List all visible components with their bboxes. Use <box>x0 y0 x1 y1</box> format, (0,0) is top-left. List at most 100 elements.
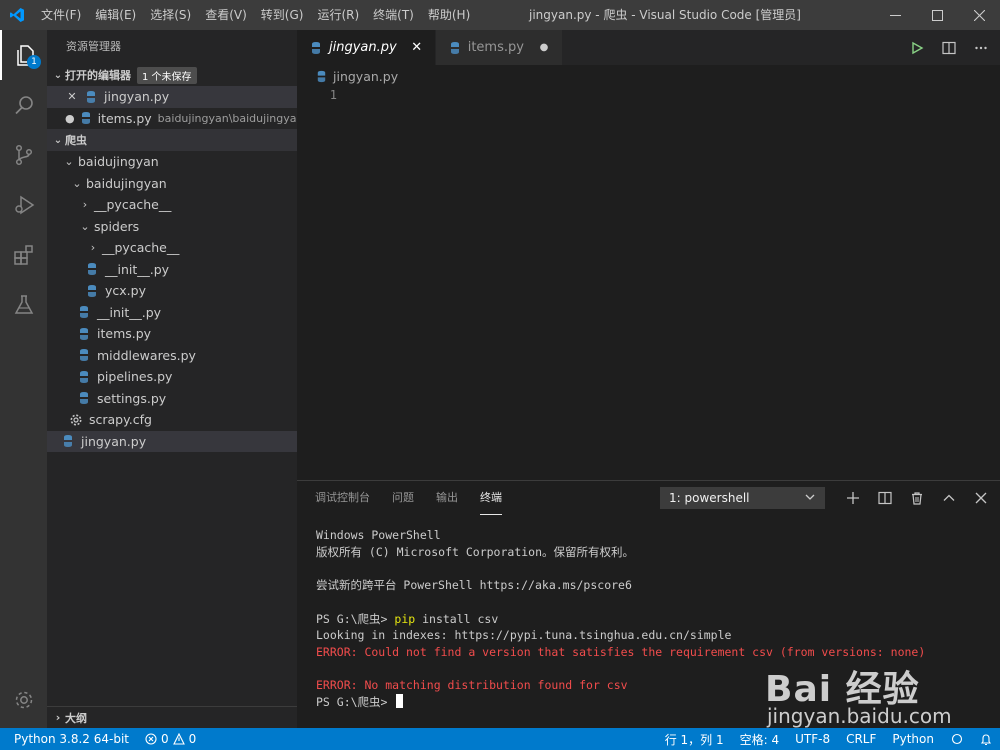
tab-output[interactable]: 输出 <box>436 481 458 515</box>
tree-folder[interactable]: ⌄ baidujingyan <box>47 151 297 173</box>
tree-folder[interactable]: ⌄ baidujingyan <box>47 173 297 195</box>
tab-terminal[interactable]: 终端 <box>480 481 502 515</box>
encoding[interactable]: UTF-8 <box>787 732 838 746</box>
close-icon <box>973 9 985 21</box>
maximize-panel-button[interactable] <box>940 489 958 507</box>
tree-item-label: pipelines.py <box>97 369 173 385</box>
tab-jingyan[interactable]: jingyan.py ✕ <box>297 30 436 65</box>
tree-item-label: __init__.py <box>97 304 162 320</box>
activity-run-debug[interactable] <box>0 180 47 230</box>
tree-file[interactable]: scrapy.cfg <box>47 409 297 431</box>
terminal-command: pip <box>394 611 416 626</box>
close-icon[interactable]: ✕ <box>65 90 79 103</box>
language-mode[interactable]: Python <box>884 732 942 746</box>
play-icon <box>912 41 924 54</box>
run-python-button[interactable] <box>908 39 926 57</box>
minimize-icon <box>889 14 901 16</box>
unsaved-dot-icon[interactable]: ● <box>536 42 552 53</box>
more-icon <box>975 46 987 49</box>
folder-header[interactable]: ⌄ 爬虫 <box>47 129 297 151</box>
tab-items[interactable]: items.py ● <box>435 30 563 65</box>
title-bar: 文件(F) 编辑(E) 选择(S) 查看(V) 转到(G) 运行(R) 终端(T… <box>0 0 1000 30</box>
close-icon[interactable]: ✕ <box>409 40 425 55</box>
activity-explorer[interactable]: 1 <box>0 30 47 80</box>
tree-folder[interactable]: › __pycache__ <box>47 237 297 259</box>
chevron-down-icon: ⌄ <box>53 134 63 146</box>
tab-problems[interactable]: 问题 <box>392 481 414 515</box>
warning-icon <box>172 733 185 745</box>
python-file-icon <box>84 283 100 299</box>
unsaved-dot-icon: ● <box>65 111 75 125</box>
vscode-logo-icon <box>0 0 34 30</box>
activity-extensions[interactable] <box>0 230 47 280</box>
notifications-button[interactable] <box>972 733 1000 746</box>
open-editors-label: 打开的编辑器 <box>65 69 131 82</box>
chevron-down-icon: ⌄ <box>72 176 82 190</box>
close-window-button[interactable] <box>958 0 1000 30</box>
activity-testing[interactable] <box>0 280 47 330</box>
activity-bar: 1 <box>0 30 47 728</box>
python-interpreter[interactable]: Python 3.8.2 64-bit <box>0 732 137 746</box>
tab-label: items.py <box>467 40 524 55</box>
menu-selection[interactable]: 选择(S) <box>143 0 198 30</box>
open-editor-item[interactable]: ✕ jingyan.py <box>47 86 297 108</box>
tree-folder[interactable]: ⌄ spiders <box>47 216 297 238</box>
open-editor-item[interactable]: ● items.py baidujingyan\baidujingyan <box>47 108 297 130</box>
code-editor[interactable]: 1 <box>297 87 1000 480</box>
kill-terminal-button[interactable] <box>908 489 926 507</box>
chevron-down-icon <box>804 491 816 506</box>
editor-tabs: jingyan.py ✕ items.py ● <box>297 30 1000 65</box>
cursor-position[interactable]: 行 1，列 1 <box>657 731 732 748</box>
minimize-button[interactable] <box>874 0 916 30</box>
tree-file[interactable]: __init__.py <box>47 302 297 324</box>
flask-icon <box>14 295 33 314</box>
split-terminal-button[interactable] <box>876 489 894 507</box>
tree-item-label: ycx.py <box>105 283 146 299</box>
tree-file[interactable]: settings.py <box>47 388 297 410</box>
activity-search[interactable] <box>0 80 47 130</box>
menu-go[interactable]: 转到(G) <box>254 0 311 30</box>
tree-file[interactable]: pipelines.py <box>47 366 297 388</box>
python-file-icon <box>76 369 92 385</box>
maximize-button[interactable] <box>916 0 958 30</box>
plus-icon <box>847 492 859 504</box>
menu-file[interactable]: 文件(F) <box>34 0 88 30</box>
terminal-select[interactable]: 1: powershell <box>660 487 825 509</box>
menu-edit[interactable]: 编辑(E) <box>88 0 143 30</box>
outline-header[interactable]: › 大纲 <box>47 706 297 728</box>
tree-file[interactable]: middlewares.py <box>47 345 297 367</box>
tree-file[interactable]: jingyan.py <box>47 430 297 452</box>
breadcrumb[interactable]: jingyan.py <box>297 65 1000 87</box>
more-actions-button[interactable] <box>972 39 990 57</box>
tree-file[interactable]: ycx.py <box>47 280 297 302</box>
tree-folder[interactable]: › __pycache__ <box>47 194 297 216</box>
manage-button[interactable] <box>0 680 47 720</box>
feedback-button[interactable] <box>942 733 972 745</box>
search-icon <box>14 96 33 115</box>
window-title: jingyan.py - 爬虫 - Visual Studio Code [管理… <box>529 8 801 22</box>
tab-debug-console[interactable]: 调试控制台 <box>315 481 370 515</box>
watermark-url: jingyan.baidu.com <box>767 704 952 728</box>
problems-indicator[interactable]: 0 0 <box>137 732 204 746</box>
tree-item-label: __pycache__ <box>102 240 180 256</box>
close-panel-button[interactable] <box>972 489 990 507</box>
gear-icon <box>15 691 32 709</box>
end-of-line[interactable]: CRLF <box>838 732 884 746</box>
menu-run[interactable]: 运行(R) <box>310 0 366 30</box>
menu-help[interactable]: 帮助(H) <box>421 0 477 30</box>
new-terminal-button[interactable] <box>844 489 862 507</box>
indentation[interactable]: 空格: 4 <box>732 731 788 748</box>
terminal-prompt: PS G:\爬虫> <box>316 611 395 626</box>
tree-file[interactable]: __init__.py <box>47 259 297 281</box>
activity-source-control[interactable] <box>0 130 47 180</box>
menu-view[interactable]: 查看(V) <box>198 0 254 30</box>
explorer-sidebar: 资源管理器 ⌄ 打开的编辑器 1 个未保存 ✕ jingyan.py ● ite… <box>47 30 297 728</box>
split-editor-button[interactable] <box>940 39 958 57</box>
tree-item-label: middlewares.py <box>97 347 196 363</box>
open-editors-header[interactable]: ⌄ 打开的编辑器 1 个未保存 <box>47 64 297 86</box>
tree-file[interactable]: items.py <box>47 323 297 345</box>
python-file-icon <box>309 41 323 55</box>
menu-terminal[interactable]: 终端(T) <box>366 0 421 30</box>
window-controls <box>874 0 1000 30</box>
